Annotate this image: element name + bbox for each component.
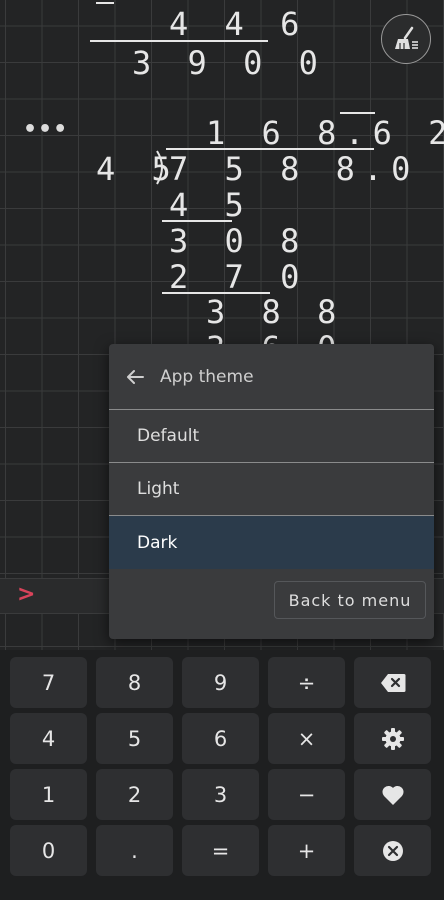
- key-9[interactable]: 9: [182, 657, 259, 708]
- prev-row-2: 3 9 0 0: [132, 44, 327, 82]
- theme-menu-header[interactable]: App theme: [109, 344, 434, 410]
- clear-circle-icon: [382, 840, 403, 861]
- prev-row-1: 4 4 6: [169, 5, 308, 43]
- top-partial-line: [96, 2, 114, 4]
- key-clear[interactable]: [354, 825, 431, 876]
- dividend: 7 5 8 8.0 0: [169, 150, 444, 188]
- key-multiply[interactable]: ×: [268, 713, 345, 764]
- key-minus[interactable]: −: [268, 769, 345, 820]
- key-7[interactable]: 7: [10, 657, 87, 708]
- theme-option-default[interactable]: Default: [109, 410, 434, 463]
- key-8[interactable]: 8: [96, 657, 173, 708]
- theme-option-light[interactable]: Light: [109, 463, 434, 516]
- key-divide[interactable]: ÷: [268, 657, 345, 708]
- theme-menu-title: App theme: [160, 366, 254, 387]
- theme-option-dark[interactable]: Dark: [109, 516, 434, 569]
- key-equals[interactable]: =: [182, 825, 259, 876]
- broom-icon: [395, 26, 418, 49]
- key-backspace[interactable]: [354, 657, 431, 708]
- key-3[interactable]: 3: [182, 769, 259, 820]
- prompt-symbol: >: [17, 582, 36, 607]
- key-4[interactable]: 4: [10, 713, 87, 764]
- step-3: 2 7 0: [169, 258, 308, 296]
- key-2[interactable]: 2: [96, 769, 173, 820]
- division-bracket: [156, 150, 163, 185]
- quotient: 1 6 8.6 2: [206, 114, 444, 152]
- step-2: 3 0 8: [169, 222, 308, 260]
- more-options-icon[interactable]: •••: [23, 117, 68, 142]
- back-arrow-icon[interactable]: [124, 366, 146, 388]
- key-1[interactable]: 1: [10, 769, 87, 820]
- back-to-menu-button[interactable]: Back to menu: [274, 581, 426, 619]
- theme-menu: App theme Default Light Dark Back to men…: [109, 344, 434, 639]
- key-6[interactable]: 6: [182, 713, 259, 764]
- key-favorite[interactable]: [354, 769, 431, 820]
- key-plus[interactable]: +: [268, 825, 345, 876]
- prev-rule: [90, 40, 268, 42]
- step-4: 3 8 8: [206, 293, 345, 331]
- gear-icon: [381, 727, 404, 750]
- key-0[interactable]: 0: [10, 825, 87, 876]
- heart-icon: [381, 785, 404, 805]
- clear-sheet-button[interactable]: [381, 14, 431, 64]
- key-5[interactable]: 5: [96, 713, 173, 764]
- keypad: 7 8 9 ÷ 4 5 6 × 1 2 3 − 0 . = +: [0, 650, 444, 900]
- key-decimal[interactable]: .: [96, 825, 173, 876]
- step-1: 4 5: [169, 186, 253, 224]
- key-settings[interactable]: [354, 713, 431, 764]
- backspace-icon: [380, 673, 405, 692]
